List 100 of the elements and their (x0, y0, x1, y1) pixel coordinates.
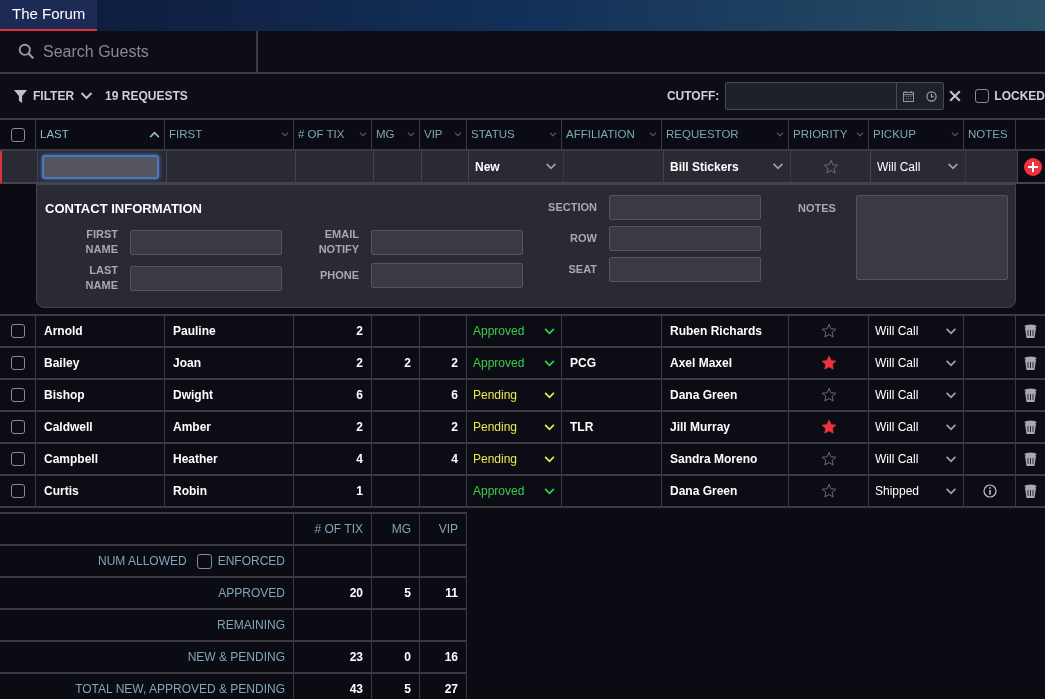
table-cell-text: Amber (173, 419, 211, 436)
input-field[interactable] (609, 226, 761, 251)
column-header[interactable]: FIRST (165, 120, 294, 149)
column-header[interactable]: # OF TIX (294, 120, 372, 149)
column-header[interactable]: PICKUP (869, 120, 964, 149)
chevron-icon (281, 132, 289, 137)
requestor-dropdown[interactable]: Bill Stickers (664, 151, 791, 182)
table-cell-text: 2 (356, 355, 363, 372)
pickup-dropdown[interactable]: Shipped (869, 476, 964, 506)
star-icon[interactable] (820, 355, 837, 371)
table-cell-text: Ruben Richards (670, 323, 762, 340)
delete-button[interactable] (1024, 483, 1037, 499)
column-header[interactable]: VIP (420, 120, 467, 149)
table-cell-text: 11 (445, 585, 458, 602)
column-header[interactable]: STATUS (467, 120, 562, 149)
clear-button[interactable] (949, 90, 962, 102)
row-label: TOTAL NEW, APPROVED & PENDING (75, 681, 285, 698)
chevron-icon (945, 487, 957, 495)
chevron-icon (454, 132, 462, 137)
star-icon[interactable] (820, 419, 837, 435)
table-cell-text: Sandra Moreno (670, 451, 758, 468)
notes-field[interactable] (855, 195, 1008, 280)
delete-button[interactable] (1024, 419, 1037, 435)
input-field[interactable] (371, 229, 523, 255)
checkbox[interactable] (10, 127, 25, 142)
delete-button[interactable] (1024, 451, 1037, 467)
star-icon[interactable] (820, 323, 837, 339)
star-icon[interactable] (822, 158, 839, 175)
checkbox[interactable] (10, 420, 25, 434)
delete-button[interactable] (1024, 323, 1037, 339)
panel-title: CONTACT INFORMATION (45, 200, 203, 218)
column-header[interactable]: PRIORITY (789, 120, 869, 149)
status-dropdown[interactable]: Approved (467, 316, 562, 346)
column-header[interactable]: LAST (36, 120, 165, 149)
checkbox[interactable] (10, 484, 25, 498)
table-cell-text: TLR (570, 419, 594, 436)
info-icon[interactable] (982, 484, 997, 498)
table-cell-text: PCG (570, 355, 596, 372)
chevron-icon (856, 132, 864, 137)
field-label: ROW (570, 231, 597, 246)
column-header[interactable]: AFFILIATION (562, 120, 662, 149)
chevron-icon (407, 132, 415, 137)
input-field[interactable] (371, 263, 523, 288)
status-dropdown[interactable]: New (469, 151, 564, 182)
field-label: LAST NAME (84, 263, 118, 293)
table-cell-text: Axel Maxel (670, 355, 733, 372)
input-field[interactable] (130, 265, 282, 291)
star-icon[interactable] (820, 387, 837, 403)
table-cell-text: 6 (356, 387, 363, 404)
checkbox[interactable] (10, 356, 25, 370)
add-button[interactable] (1023, 157, 1042, 176)
input-field[interactable] (609, 257, 761, 282)
table-cell-text: 16 (444, 649, 458, 666)
cutoff-field[interactable] (725, 82, 945, 110)
status-dropdown[interactable]: Approved (467, 348, 562, 378)
funnel-icon (14, 89, 27, 103)
checkbox[interactable] (975, 89, 990, 103)
column-header: VIP (438, 521, 458, 538)
close-icon (949, 90, 962, 102)
chevron-icon (544, 423, 555, 431)
star-icon[interactable] (820, 451, 837, 467)
input-field[interactable] (609, 195, 761, 220)
column-header[interactable]: MG (372, 120, 420, 149)
calendar-icon[interactable] (903, 90, 915, 102)
table-cell-text: 1 (356, 483, 363, 500)
last-name-field[interactable] (42, 154, 159, 179)
filter-button[interactable]: FILTER (14, 87, 94, 105)
status-dropdown[interactable]: Pending (467, 380, 562, 410)
row-label: APPROVED (218, 585, 285, 602)
checkbox[interactable] (10, 388, 25, 402)
star-icon[interactable] (820, 483, 837, 499)
status-dropdown[interactable]: Approved (467, 476, 562, 506)
table-cell-text: 5 (404, 585, 411, 602)
column-header: MG (391, 521, 411, 538)
pickup-dropdown[interactable]: Will Call (871, 151, 966, 182)
row-label: NEW & PENDING (187, 649, 285, 666)
column-header[interactable]: NOTES (964, 120, 1016, 149)
checkbox[interactable] (10, 452, 25, 466)
clock-icon[interactable] (926, 90, 938, 102)
pickup-dropdown[interactable]: Will Call (869, 444, 964, 474)
search-field[interactable]: Search Guests (43, 39, 243, 64)
pickup-dropdown[interactable]: Will Call (869, 412, 964, 442)
chevron-icon (649, 132, 657, 137)
field-label: EMAIL NOTIFY (317, 227, 359, 257)
chevron-icon (545, 163, 557, 170)
chevron-icon (772, 163, 784, 170)
status-dropdown[interactable]: Pending (467, 412, 562, 442)
pickup-dropdown[interactable]: Will Call (869, 316, 964, 346)
request-count: 19 REQUESTS (105, 88, 188, 105)
pickup-dropdown[interactable]: Will Call (869, 380, 964, 410)
checkbox[interactable] (10, 324, 25, 338)
status-dropdown[interactable]: Pending (467, 444, 562, 474)
input-field[interactable] (130, 229, 282, 255)
pickup-dropdown[interactable]: Will Call (869, 348, 964, 378)
trash-icon (1024, 451, 1037, 467)
tab[interactable]: The Forum (0, 0, 98, 31)
delete-button[interactable] (1024, 387, 1037, 403)
delete-button[interactable] (1024, 355, 1037, 371)
column-header[interactable]: REQUESTOR (662, 120, 789, 149)
checkbox[interactable] (196, 553, 212, 569)
